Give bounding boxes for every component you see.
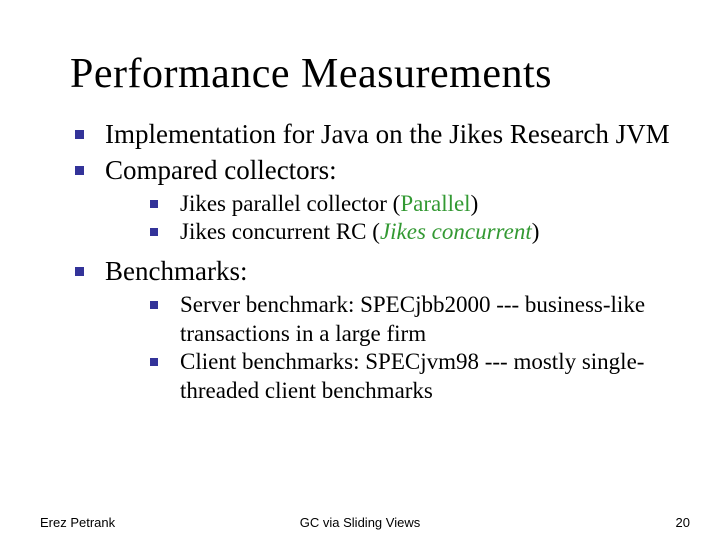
- footer-page-number: 20: [676, 515, 690, 530]
- page-title: Performance Measurements: [70, 50, 690, 98]
- bullet-l2: Jikes parallel collector (Parallel): [30, 190, 690, 219]
- bullet-text: Compared collectors:: [105, 155, 337, 185]
- square-bullet-icon: [150, 301, 158, 309]
- bullet-text: Jikes concurrent RC (Jikes concurrent): [180, 219, 539, 244]
- bullet-list: Implementation for Java on the Jikes Res…: [30, 118, 690, 406]
- bullet-text: Jikes parallel collector (Parallel): [180, 191, 478, 216]
- bullet-text: Benchmarks:: [105, 256, 247, 286]
- square-bullet-icon: [75, 130, 84, 139]
- bullet-text: Client benchmarks: SPECjvm98 --- mostly …: [180, 349, 644, 403]
- slide: Performance Measurements Implementation …: [0, 0, 720, 540]
- footer-title: GC via Sliding Views: [0, 515, 720, 530]
- emphasis-parallel: Parallel: [400, 191, 470, 216]
- text-pre: Jikes concurrent RC (: [180, 219, 380, 244]
- square-bullet-icon: [150, 228, 158, 236]
- bullet-l1: Implementation for Java on the Jikes Res…: [30, 118, 690, 152]
- emphasis-concurrent: Jikes concurrent: [380, 219, 532, 244]
- bullet-l2: Server benchmark: SPECjbb2000 --- busine…: [30, 291, 690, 349]
- bullet-text: Server benchmark: SPECjbb2000 --- busine…: [180, 292, 645, 346]
- square-bullet-icon: [150, 200, 158, 208]
- bullet-text: Implementation for Java on the Jikes Res…: [105, 119, 670, 149]
- bullet-l2: Jikes concurrent RC (Jikes concurrent): [30, 218, 690, 247]
- bullet-l1: Compared collectors:: [30, 154, 690, 188]
- square-bullet-icon: [75, 166, 84, 175]
- bullet-l1: Benchmarks:: [30, 255, 690, 289]
- square-bullet-icon: [75, 267, 84, 276]
- text-post: ): [471, 191, 479, 216]
- text-post: ): [532, 219, 540, 244]
- square-bullet-icon: [150, 358, 158, 366]
- text-pre: Jikes parallel collector (: [180, 191, 400, 216]
- bullet-l2: Client benchmarks: SPECjvm98 --- mostly …: [30, 348, 690, 406]
